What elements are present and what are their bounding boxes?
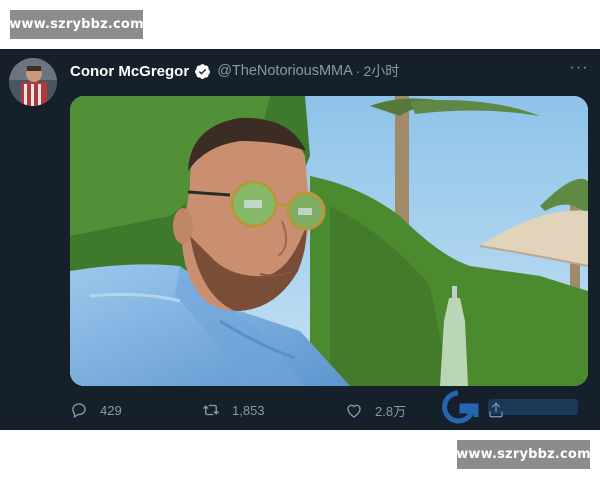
more-options-icon[interactable]: ··· — [565, 59, 593, 79]
tweet-timestamp[interactable]: 2小时 — [363, 61, 399, 81]
reply-icon — [72, 403, 86, 418]
separator-dot: · — [355, 63, 361, 79]
reply-count: 429 — [100, 402, 122, 418]
retweet-button[interactable]: 1,853 — [202, 401, 265, 419]
tweet-photo[interactable] — [70, 96, 588, 386]
verified-badge-icon — [194, 63, 211, 80]
watermark-bottom: www.szrybbz.com — [456, 440, 591, 469]
retweet-icon — [203, 404, 219, 416]
watermark-top: www.szrybbz.com — [9, 10, 144, 39]
retweet-count: 1,853 — [232, 402, 265, 418]
tweet-card[interactable]: Conor McGregor @TheNotoriousMMA · 2小时 ··… — [0, 49, 600, 430]
tweet-header: Conor McGregor @TheNotoriousMMA · 2小时 — [70, 61, 399, 81]
author-name[interactable]: Conor McGregor — [70, 63, 189, 80]
author-handle[interactable]: @TheNotoriousMMA — [217, 63, 353, 79]
reply-button[interactable]: 429 — [70, 401, 122, 419]
author-avatar[interactable] — [9, 58, 57, 106]
selfie-photo — [70, 96, 588, 386]
like-button[interactable]: 2.8万 — [345, 401, 406, 420]
site-logo-watermark — [440, 389, 590, 425]
avatar-photo — [9, 58, 57, 106]
heart-icon — [347, 404, 361, 418]
like-count: 2.8万 — [375, 404, 407, 419]
